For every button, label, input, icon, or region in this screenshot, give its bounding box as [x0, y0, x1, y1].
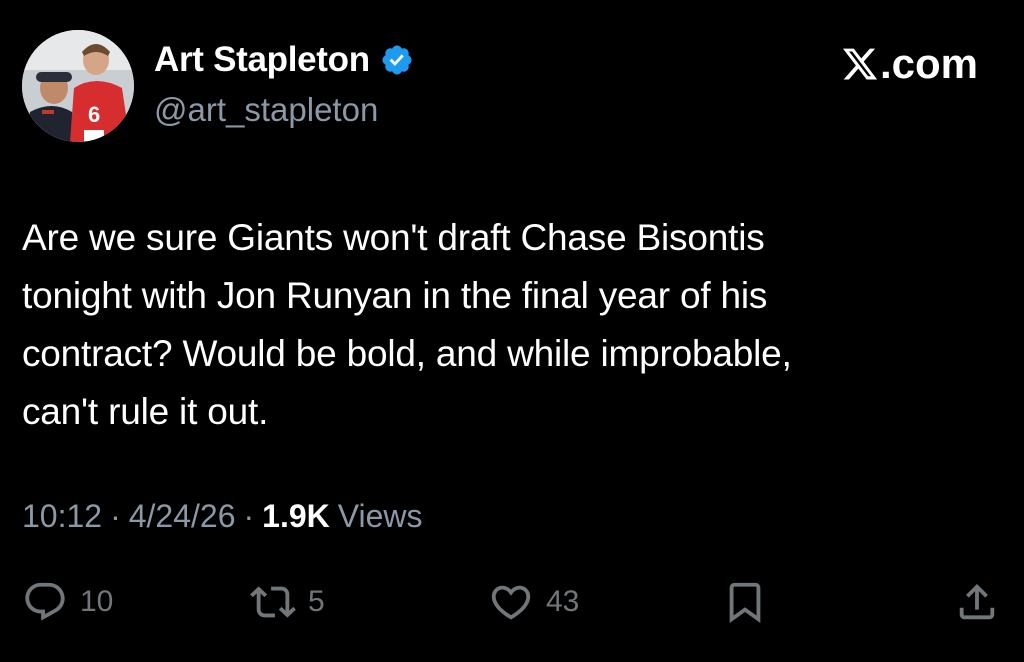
repost-count: 5: [308, 585, 325, 618]
tweet-text: Are we sure Giants won't draft Chase Bis…: [22, 217, 792, 432]
share-icon: [959, 583, 995, 620]
action-bar: 10 5 43: [0, 578, 1024, 626]
repost-button[interactable]: 5: [250, 578, 325, 626]
bookmark-button[interactable]: [722, 578, 768, 626]
author-handle[interactable]: @art_stapleton: [154, 91, 378, 129]
author-name-row[interactable]: Art Stapleton: [154, 40, 414, 80]
meta-separator: ·: [243, 498, 255, 534]
avatar[interactable]: 6: [22, 30, 134, 142]
heart-icon: [491, 585, 531, 620]
brand-logo: .com: [841, 40, 978, 88]
bookmark-icon: [729, 582, 761, 623]
x-logo-icon: [842, 48, 878, 80]
like-button[interactable]: 43: [488, 578, 579, 626]
share-button[interactable]: [954, 578, 1000, 626]
verified-badge-icon: [380, 43, 414, 77]
profile-photo-icon: 6: [22, 30, 134, 142]
svg-text:6: 6: [88, 102, 100, 127]
reply-icon: [25, 582, 65, 621]
views-label: Views: [337, 498, 423, 534]
meta-separator: ·: [110, 498, 121, 534]
tweet-date[interactable]: 4/24/26: [129, 498, 236, 535]
reply-count: 10: [80, 585, 114, 618]
like-count: 43: [546, 585, 580, 618]
tweet-meta: 10:12 · 4/24/26 · 1.9K Views: [22, 498, 423, 535]
reply-button[interactable]: 10: [22, 578, 113, 626]
repost-icon: [250, 586, 296, 618]
views-count: 1.9K: [262, 498, 330, 534]
brand-domain-label: .com: [879, 40, 978, 87]
tweet-card: 6 Art Stapleton @art_stapleton .com Are …: [0, 0, 1024, 662]
author-display-name[interactable]: Art Stapleton: [154, 40, 370, 80]
tweet-time[interactable]: 10:12: [22, 498, 102, 535]
